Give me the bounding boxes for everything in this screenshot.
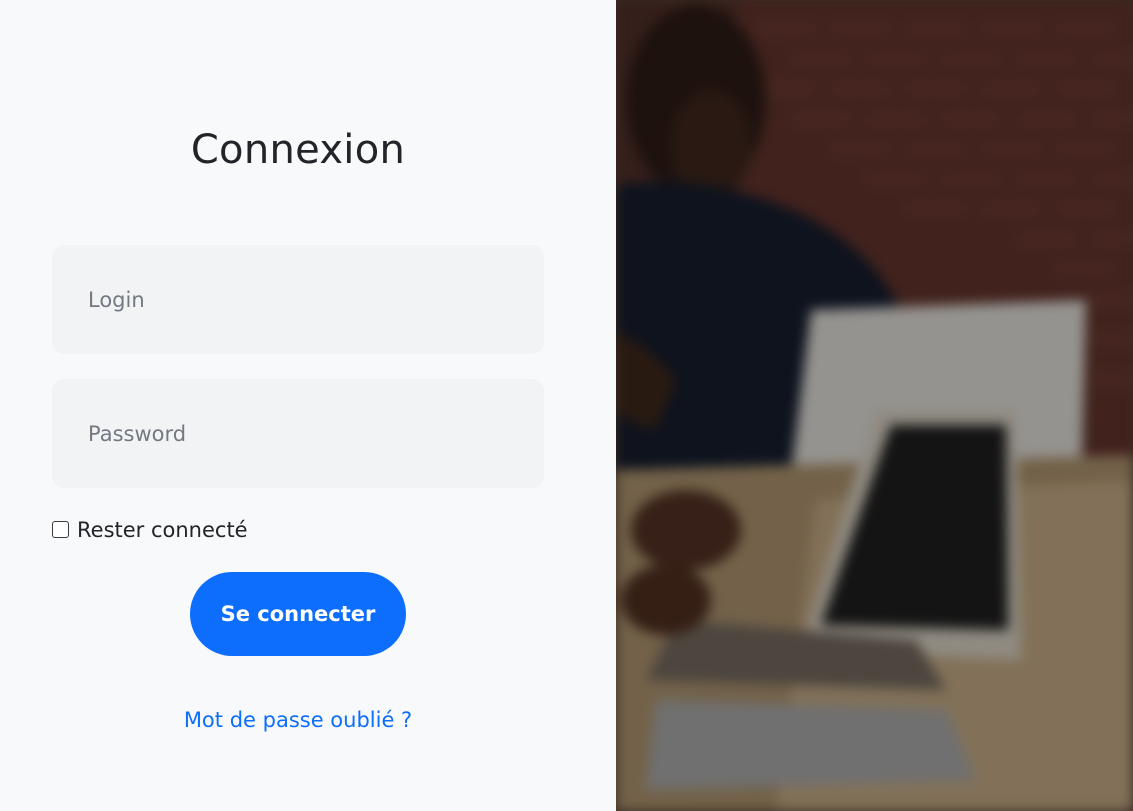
forgot-password-link[interactable]: Mot de passe oublié ? bbox=[0, 708, 596, 732]
remember-me-label: Rester connecté bbox=[77, 518, 248, 542]
background-photo bbox=[616, 0, 1133, 811]
login-button[interactable]: Se connecter bbox=[190, 572, 406, 656]
password-input[interactable] bbox=[52, 379, 544, 488]
login-page: Connexion Rester connecté Se connecter M… bbox=[0, 0, 1133, 811]
remember-me-option[interactable]: Rester connecté bbox=[52, 518, 248, 542]
login-panel: Connexion Rester connecté Se connecter M… bbox=[0, 0, 616, 811]
page-title: Connexion bbox=[190, 127, 406, 173]
login-input[interactable] bbox=[52, 245, 544, 354]
remember-me-checkbox[interactable] bbox=[52, 520, 69, 538]
office-meeting-image bbox=[616, 0, 1133, 811]
